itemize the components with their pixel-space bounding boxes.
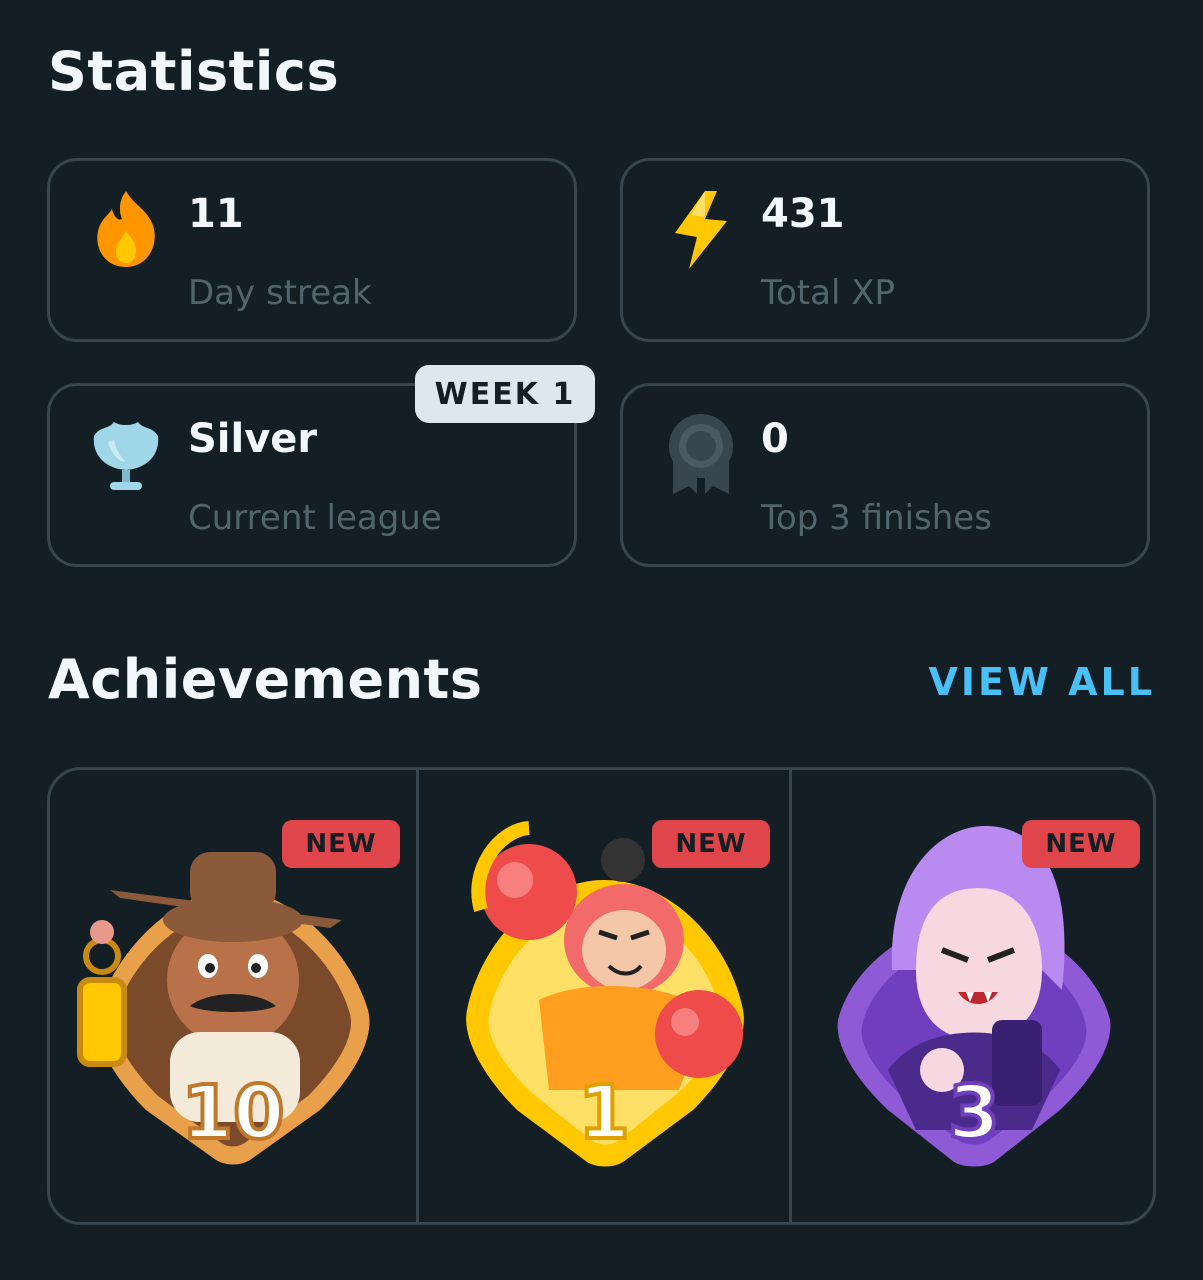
view-all-link[interactable]: VIEW ALL [929,660,1156,704]
day-streak-value: 11 [188,191,244,237]
lightning-icon [675,191,727,269]
current-league-label: Current league [188,498,442,538]
new-badge: NEW [1022,820,1140,868]
statistics-title: Statistics [48,40,340,103]
top-three-finishes-card[interactable]: 0 Top 3 finishes [620,383,1150,567]
total-xp-value: 431 [761,191,845,237]
current-league-value: Silver [188,416,318,462]
achievements-panel: 10 NEW 1 NEW 3 NEW [47,767,1156,1225]
silver-trophy-icon [93,422,159,490]
achievements-title: Achievements [48,648,483,711]
total-xp-card[interactable]: 431 Total XP [620,158,1150,342]
achievement-tile-explorer[interactable]: 10 NEW [50,770,416,1222]
achievement-tile-vampire[interactable]: 3 NEW [792,770,1153,1222]
top-three-value: 0 [761,416,789,462]
flame-icon [97,191,155,267]
achievement-level: 3 [946,1068,1002,1158]
new-badge: NEW [282,820,400,868]
achievement-level: 10 [180,1068,287,1158]
achievement-level: 1 [576,1068,632,1158]
medal-icon [669,414,733,494]
new-badge: NEW [652,820,770,868]
total-xp-label: Total XP [761,273,896,313]
week-badge: WEEK 1 [415,365,595,423]
achievement-tile-boxer[interactable]: 1 NEW [419,770,789,1222]
day-streak-label: Day streak [188,273,372,313]
top-three-label: Top 3 finishes [761,498,992,538]
day-streak-card[interactable]: 11 Day streak [47,158,577,342]
